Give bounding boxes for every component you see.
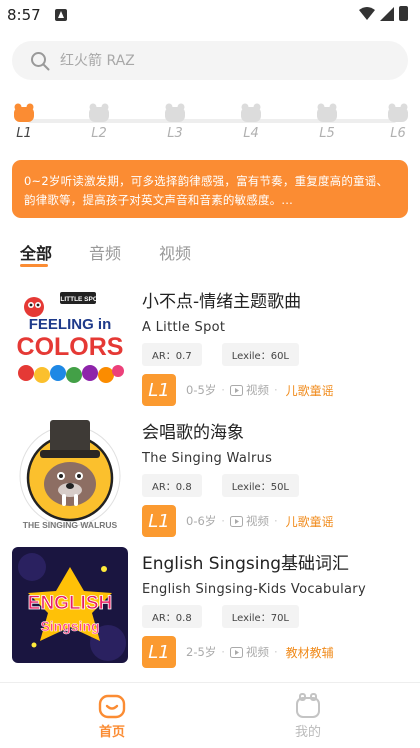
cover-image-feeling-in-colors[interactable]: A LITTLE SPOT FEELING in COLORS (12, 285, 128, 401)
cover-line-2: Singsing (40, 618, 99, 634)
media-type: 视频 (245, 383, 269, 397)
list-item[interactable]: ENGLISH Singsing English Singsing基础词汇 En… (0, 547, 420, 668)
meta-separator: · (221, 383, 225, 397)
level-option-l4[interactable]: L4 (239, 100, 269, 146)
level-option-l2[interactable]: L2 (87, 100, 117, 146)
cell-signal-icon (380, 6, 394, 21)
level-selector: L1 L2 L3 L4 L5 L6 (12, 100, 408, 146)
cover-line-1: FEELING in (29, 316, 112, 333)
category-tag[interactable]: 儿歌童谣 (286, 513, 334, 530)
lexile-badge: Lexile：50L (221, 474, 299, 497)
tab-active-indicator (20, 264, 48, 267)
tab-audio[interactable]: 音频 (89, 240, 121, 264)
ar-badge: AR：0.7 (142, 343, 202, 366)
level-knob-icon (388, 103, 408, 122)
item-meta: L1 0-5岁 · 视频 · 儿歌童谣 (142, 374, 408, 406)
level-label: L4 (243, 126, 259, 141)
lexile-badge: Lexile：60L (221, 343, 299, 366)
level-knob-icon (317, 103, 337, 122)
meta-separator: · (273, 383, 278, 397)
level-knob-icon (165, 103, 185, 122)
list-item[interactable]: A LITTLE SPOT FEELING in COLORS 小不点-情绪主题… (0, 285, 420, 406)
age-range: 2-5岁 (186, 645, 217, 659)
level-chip: L1 (142, 505, 176, 537)
ar-badge: AR：0.8 (142, 474, 202, 497)
level-knob-icon (89, 103, 109, 122)
cover-line-2: COLORS (17, 333, 124, 361)
level-chip: L1 (142, 374, 176, 406)
cover-image-singing-walrus[interactable]: THE SINGING WALRUS (12, 416, 128, 532)
cover-small-text: A LITTLE SPOT (54, 296, 102, 303)
notification-app-icon (55, 9, 67, 21)
level-label: L2 (91, 126, 107, 141)
age-range: 0-5岁 (186, 383, 217, 397)
level-knob-icon (241, 103, 261, 122)
category-tag[interactable]: 儿歌童谣 (286, 382, 334, 399)
list-item[interactable]: THE SINGING WALRUS 会唱歌的海象 The Singing Wa… (0, 416, 420, 537)
meta-separator: · (221, 514, 225, 528)
item-badges: AR：0.8 Lexile：70L (142, 605, 408, 628)
status-time: 8:57 (7, 6, 41, 24)
item-meta: L1 2-5岁 · 视频 · 教材教辅 (142, 636, 408, 668)
status-icons (359, 6, 408, 21)
level-label: L1 (16, 126, 32, 141)
category-tag[interactable]: 教材教辅 (286, 644, 334, 661)
item-badges: AR：0.8 Lexile：50L (142, 474, 408, 497)
level-description-banner[interactable]: 0~2岁听读激发期，可多选择韵律感强，富有节奏，重复度高的童谣、韵律歌等，提高孩… (12, 160, 408, 218)
meta-separator: · (273, 645, 278, 659)
meta-separator: · (273, 514, 278, 528)
level-option-l6[interactable]: L6 (386, 100, 416, 146)
status-bar: 8:57 (0, 0, 420, 30)
cover-image-english-singsing[interactable]: ENGLISH Singsing (12, 547, 128, 663)
item-title-cn[interactable]: English Singsing基础词汇 (142, 549, 408, 574)
nav-home[interactable]: 首页 (82, 693, 142, 740)
search-icon (31, 52, 50, 71)
item-title-en: The Singing Walrus (142, 451, 273, 466)
profile-icon (296, 693, 320, 718)
tab-video[interactable]: 视频 (159, 240, 191, 264)
media-type: 视频 (245, 514, 269, 528)
wifi-icon (359, 6, 375, 20)
video-icon (229, 646, 243, 658)
item-title-en: English Singsing-Kids Vocabulary (142, 582, 366, 597)
video-icon (229, 515, 243, 527)
item-info: English Singsing基础词汇 English Singsing-Ki… (142, 547, 408, 668)
item-title-cn[interactable]: 小不点-情绪主题歌曲 (142, 287, 408, 312)
nav-home-label: 首页 (98, 725, 125, 740)
age-range: 0-6岁 (186, 514, 217, 528)
ar-badge: AR：0.8 (142, 605, 202, 628)
item-title-cn[interactable]: 会唱歌的海象 (142, 418, 408, 443)
meta-separator: · (221, 645, 225, 659)
level-knob-icon (14, 103, 34, 122)
item-badges: AR：0.7 Lexile：60L (142, 343, 408, 366)
level-option-l3[interactable]: L3 (163, 100, 193, 146)
level-description-text: 0~2岁听读激发期，可多选择韵律感强，富有节奏，重复度高的童谣、韵律歌等，提高孩… (24, 174, 389, 207)
battery-icon (399, 6, 408, 21)
bottom-navigation: 首页 我的 (0, 682, 420, 748)
item-info: 会唱歌的海象 The Singing Walrus AR：0.8 Lexile：… (142, 416, 408, 537)
cover-ring-text: THE SINGING WALRUS (23, 520, 118, 530)
search-bar[interactable] (12, 41, 408, 80)
level-label: L5 (319, 126, 335, 141)
search-input[interactable] (60, 41, 380, 80)
level-option-l5[interactable]: L5 (315, 100, 345, 146)
tab-all[interactable]: 全部 (20, 240, 52, 264)
nav-profile[interactable]: 我的 (278, 693, 338, 740)
level-chip: L1 (142, 636, 176, 668)
level-label: L3 (167, 126, 183, 141)
item-title-en: A Little Spot (142, 320, 226, 335)
lexile-badge: Lexile：70L (221, 605, 299, 628)
item-meta: L1 0-6岁 · 视频 · 儿歌童谣 (142, 505, 408, 537)
media-type: 视频 (245, 645, 269, 659)
content-tabs: 全部 音频 视频 (0, 238, 420, 274)
cover-line-1: ENGLISH (28, 593, 112, 614)
item-info: 小不点-情绪主题歌曲 A Little Spot AR：0.7 Lexile：6… (142, 285, 408, 406)
nav-profile-label: 我的 (294, 725, 321, 740)
video-icon (229, 384, 243, 396)
level-label: L6 (390, 126, 406, 141)
home-icon (98, 694, 126, 719)
level-option-l1[interactable]: L1 (12, 100, 42, 146)
